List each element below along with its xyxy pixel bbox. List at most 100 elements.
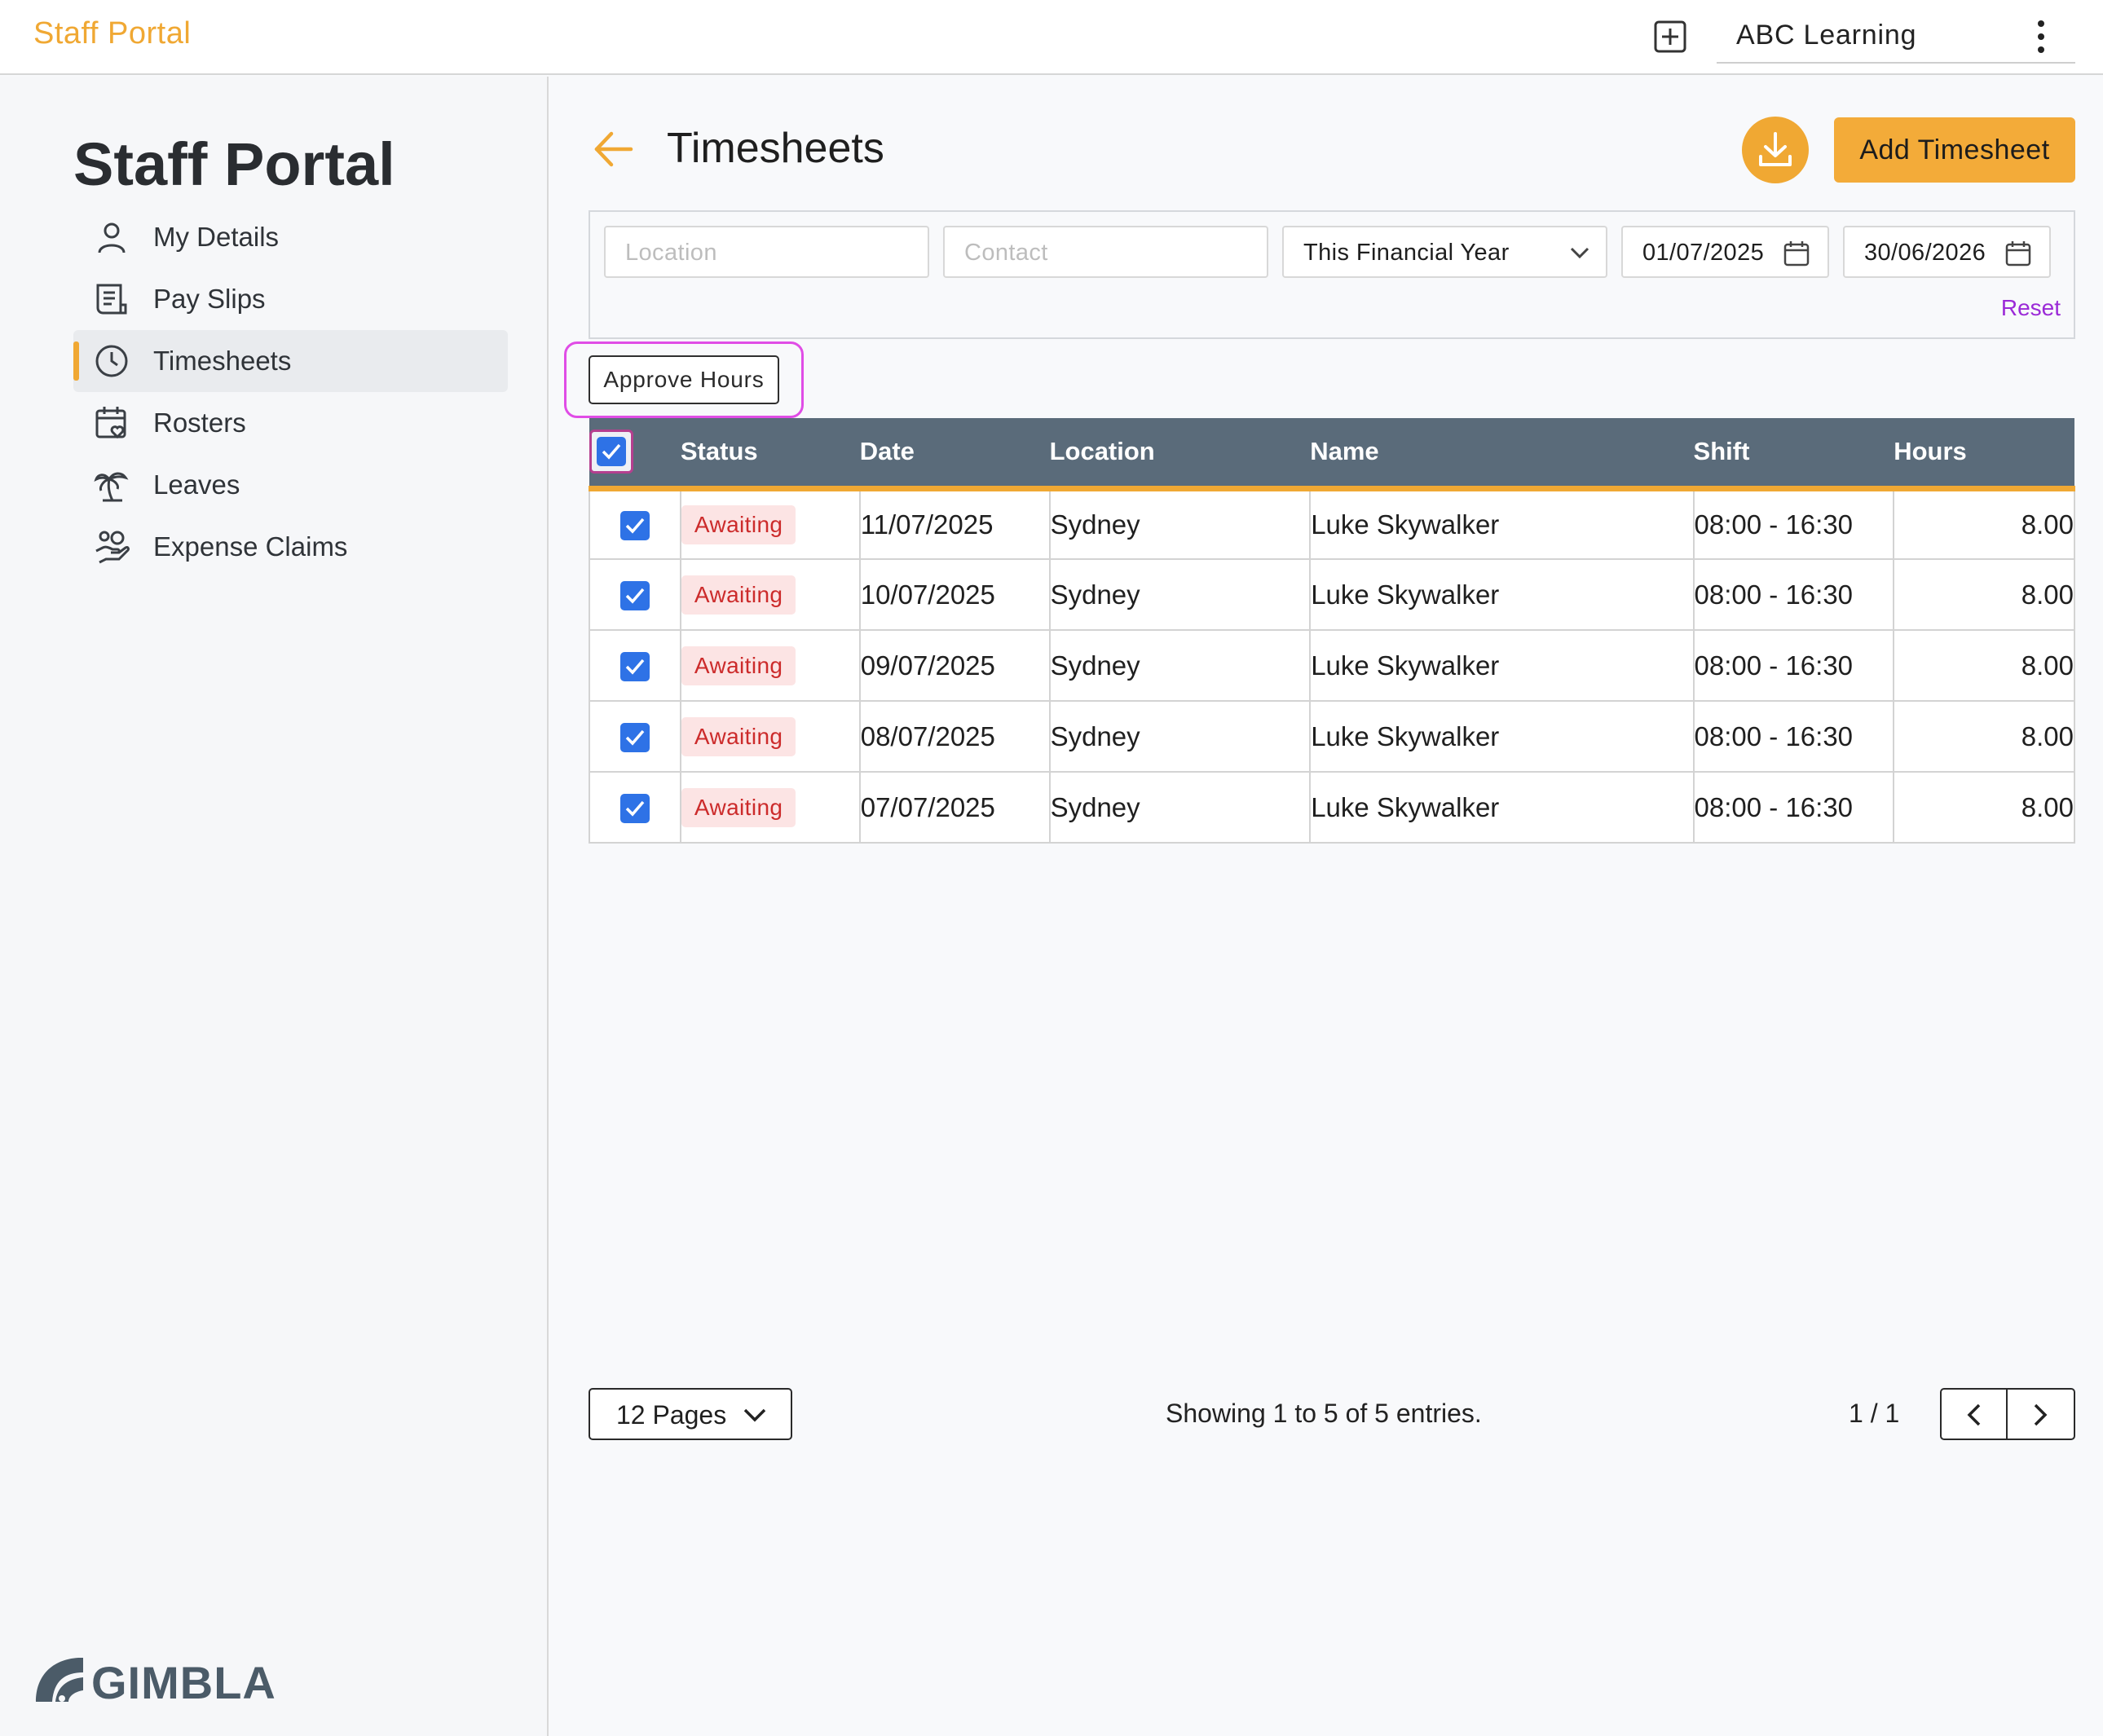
sidebar-item-label: Pay Slips	[153, 284, 266, 314]
add-timesheet-button[interactable]: Add Timesheet	[1834, 117, 2075, 183]
sidebar-item-rosters[interactable]: Rosters	[73, 392, 508, 454]
calendar-icon[interactable]	[2004, 240, 2032, 267]
sidebar-item-my-details[interactable]: My Details	[73, 206, 508, 268]
top-bar: Staff Portal ABC Learning	[0, 0, 2103, 75]
sidebar-item-expense-claims[interactable]: Expense Claims	[73, 516, 508, 578]
next-page-button[interactable]	[2008, 1390, 2074, 1439]
check-icon	[625, 659, 645, 675]
location-filter-input[interactable]: Location	[604, 226, 929, 278]
sidebar-item-timesheets[interactable]: Timesheets	[73, 330, 508, 392]
name-cell: Luke Skywalker	[1309, 629, 1695, 702]
page-indicator: 1 / 1	[1849, 1399, 1900, 1428]
row-checkbox[interactable]	[619, 652, 650, 682]
pager	[1940, 1388, 2075, 1440]
sidebar-title: Staff Portal	[73, 130, 395, 198]
checkbox-checked	[597, 437, 626, 467]
contact-placeholder: Contact	[964, 240, 1048, 266]
table-row[interactable]: Awaiting 08/07/2025 Sydney Luke Skywalke…	[589, 700, 2075, 773]
table-row[interactable]: Awaiting 10/07/2025 Sydney Luke Skywalke…	[589, 558, 2075, 631]
previous-page-button[interactable]	[1942, 1390, 2008, 1439]
filter-panel: Location Contact This Financial Year 01/…	[589, 210, 2075, 339]
approve-hours-button[interactable]: Approve Hours	[589, 355, 779, 404]
hours-cell: 8.00	[1893, 700, 2075, 773]
row-checkbox[interactable]	[619, 723, 650, 753]
row-select-cell	[589, 700, 681, 773]
column-header-name[interactable]: Name	[1310, 418, 1694, 491]
status-badge: Awaiting	[681, 787, 796, 827]
status-badge: Awaiting	[681, 716, 796, 756]
date-cell: 11/07/2025	[858, 487, 1051, 560]
row-checkbox[interactable]	[619, 581, 650, 611]
column-header-hours[interactable]: Hours	[1894, 418, 2074, 491]
status-cell: Awaiting	[679, 629, 861, 702]
sidebar-item-label: Timesheets	[153, 346, 292, 376]
entries-summary: Showing 1 to 5 of 5 entries.	[1166, 1399, 1482, 1428]
shift-cell: 08:00 - 16:30	[1692, 700, 1895, 773]
page-size-select[interactable]: 12 Pages	[589, 1388, 792, 1440]
location-placeholder: Location	[625, 240, 717, 266]
hours-cell: 8.00	[1893, 487, 2075, 560]
top-brand[interactable]: Staff Portal	[33, 16, 191, 51]
select-all-cell	[589, 418, 681, 491]
column-header-shift[interactable]: Shift	[1693, 418, 1894, 491]
svg-text:GIMBLA: GIMBLA	[91, 1657, 276, 1708]
shift-cell: 08:00 - 16:30	[1692, 487, 1895, 560]
table-header-row: Status Date Location Name Shift Hours	[589, 418, 2074, 491]
hours-cell: 8.00	[1893, 629, 2075, 702]
sidebar-item-leaves[interactable]: Leaves	[73, 454, 508, 516]
back-arrow-icon[interactable]	[592, 129, 636, 170]
row-select-cell	[589, 629, 681, 702]
status-cell: Awaiting	[679, 558, 861, 631]
hours-cell: 8.00	[1893, 771, 2075, 844]
period-select[interactable]: This Financial Year	[1282, 226, 1607, 278]
date-from-input[interactable]: 01/07/2025	[1621, 226, 1829, 278]
calendar-icon[interactable]	[1783, 240, 1810, 267]
row-checkbox[interactable]	[619, 511, 650, 541]
location-cell: Sydney	[1048, 629, 1312, 702]
contact-filter-input[interactable]: Contact	[943, 226, 1268, 278]
more-vert-icon[interactable]	[2027, 18, 2055, 55]
sidebar-nav: My Details Pay Slips Timesheets Rosters …	[73, 206, 508, 578]
status-badge: Awaiting	[681, 645, 796, 685]
column-header-status[interactable]: Status	[680, 418, 860, 491]
location-cell: Sydney	[1048, 700, 1312, 773]
status-badge: Awaiting	[681, 504, 796, 544]
download-icon	[1759, 132, 1792, 166]
organization-selector[interactable]: ABC Learning	[1717, 0, 2075, 64]
reset-link[interactable]: Reset	[2001, 295, 2061, 321]
timesheets-table: Status Date Location Name Shift Hours Aw…	[589, 418, 2075, 844]
add-square-icon[interactable]	[1653, 20, 1687, 54]
page-size-value: 12 Pages	[616, 1400, 727, 1430]
name-cell: Luke Skywalker	[1309, 558, 1695, 631]
sidebar-item-label: Expense Claims	[153, 531, 348, 562]
sidebar-item-pay-slips[interactable]: Pay Slips	[73, 268, 508, 330]
name-cell: Luke Skywalker	[1309, 487, 1695, 560]
page-title: Timesheets	[667, 125, 884, 172]
check-icon	[625, 518, 645, 534]
date-to-input[interactable]: 30/06/2026	[1843, 226, 2051, 278]
download-button[interactable]	[1742, 117, 1809, 183]
hand-coins-icon	[95, 531, 130, 564]
chevron-down-icon	[743, 1408, 766, 1422]
select-all-checkbox[interactable]	[589, 430, 633, 474]
shift-cell: 08:00 - 16:30	[1692, 629, 1895, 702]
table-row[interactable]: Awaiting 07/07/2025 Sydney Luke Skywalke…	[589, 771, 2075, 844]
check-icon	[625, 729, 645, 746]
organization-name: ABC Learning	[1736, 20, 1917, 51]
name-cell: Luke Skywalker	[1309, 700, 1695, 773]
table-row[interactable]: Awaiting 09/07/2025 Sydney Luke Skywalke…	[589, 629, 2075, 702]
gimbla-logo: GIMBLA	[36, 1657, 276, 1708]
check-icon	[602, 444, 621, 460]
clock-icon	[95, 345, 128, 377]
column-header-date[interactable]: Date	[859, 418, 1050, 491]
row-checkbox[interactable]	[619, 794, 650, 824]
date-cell: 09/07/2025	[858, 629, 1051, 702]
row-select-cell	[589, 558, 681, 631]
column-header-location[interactable]: Location	[1049, 418, 1311, 491]
date-cell: 10/07/2025	[858, 558, 1051, 631]
chevron-right-icon	[2034, 1403, 2048, 1426]
check-icon	[625, 800, 645, 817]
location-cell: Sydney	[1048, 487, 1312, 560]
hours-cell: 8.00	[1893, 558, 2075, 631]
table-row[interactable]: Awaiting 11/07/2025 Sydney Luke Skywalke…	[589, 487, 2075, 560]
